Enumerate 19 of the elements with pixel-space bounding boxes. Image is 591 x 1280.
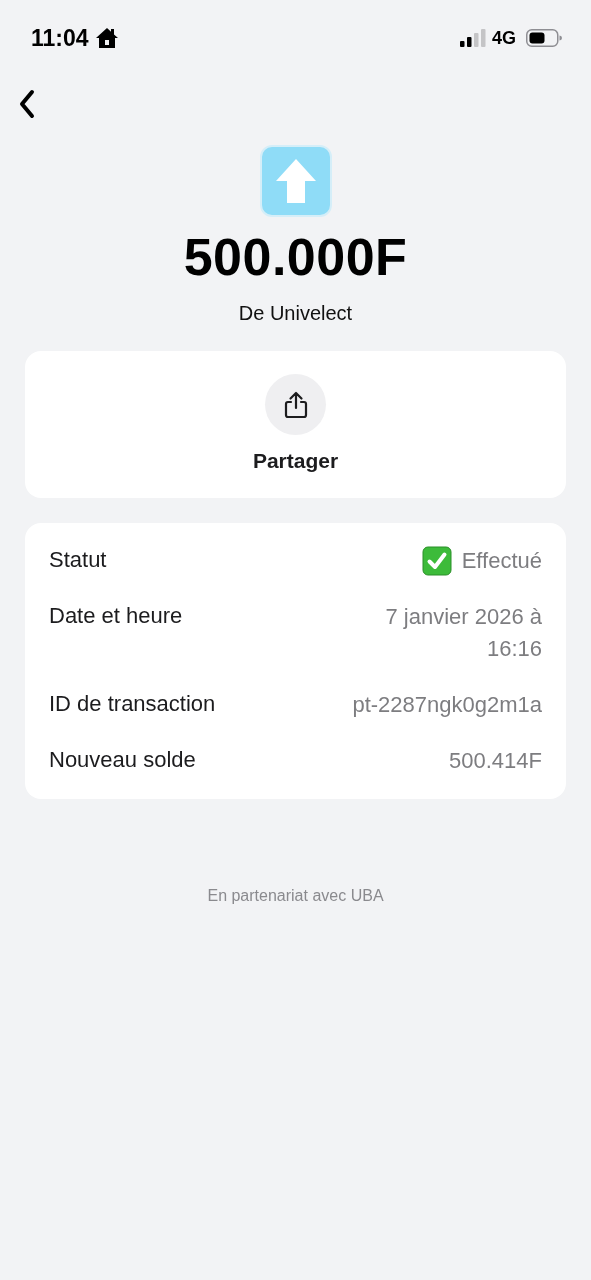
home-icon xyxy=(94,27,119,49)
battery-icon xyxy=(526,29,562,47)
network-label: 4G xyxy=(492,27,516,49)
share-label[interactable]: Partager xyxy=(252,449,339,474)
detail-label: Statut xyxy=(49,546,107,575)
detail-value: pt-2287ngk0g2m1a xyxy=(352,691,542,720)
check-icon xyxy=(421,546,452,577)
detail-value: 7 janvier 2026 à 16:16 xyxy=(384,603,542,664)
detail-label: Date et heure xyxy=(49,602,183,631)
detail-value: Effectué xyxy=(461,547,542,576)
detail-label: Nouveau solde xyxy=(49,746,196,775)
amount: 500.000F xyxy=(183,229,408,287)
status-time: 11:04 xyxy=(31,24,89,52)
counterparty: De Univelect xyxy=(238,302,353,326)
arrow-up-icon xyxy=(259,145,332,217)
detail-label: ID de transaction xyxy=(49,690,216,719)
partner-note: En partenariat avec UBA xyxy=(206,887,385,906)
signal-icon xyxy=(460,29,486,47)
detail-value: 500.414F xyxy=(449,747,542,776)
